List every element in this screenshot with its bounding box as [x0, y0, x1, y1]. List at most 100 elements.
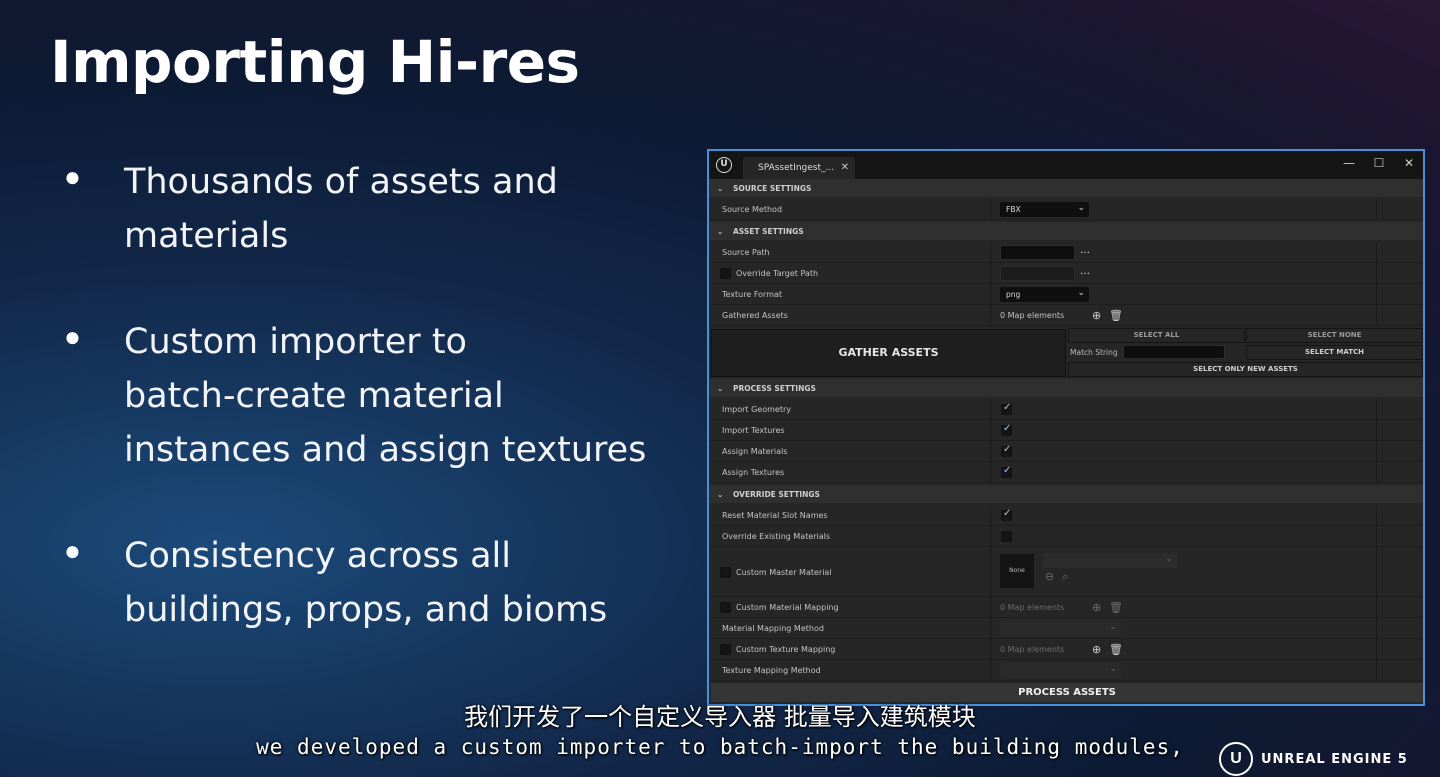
import-textures-label: Import Textures — [722, 426, 785, 435]
section-label: OVERRIDE SETTINGS — [733, 490, 820, 499]
browse-dots-icon[interactable]: … — [1080, 245, 1090, 256]
reset-slot-names-checkbox[interactable] — [1001, 508, 1012, 521]
select-only-new-assets-button[interactable]: SELECT ONLY NEW ASSETS — [1068, 362, 1423, 377]
material-mapping-method-label: Material Mapping Method — [722, 624, 824, 633]
master-material-dropdown[interactable]: ⌄ — [1043, 553, 1177, 568]
source-method-dropdown[interactable]: FBX ⌄ — [1000, 202, 1089, 217]
source-method-value: FBX — [1006, 205, 1021, 214]
row-assign-materials: Assign Materials — [709, 441, 1423, 462]
chevron-down-icon: ⌄ — [717, 490, 724, 499]
section-source-settings[interactable]: ⌄ SOURCE SETTINGS — [709, 179, 1423, 197]
section-override-settings[interactable]: ⌄ OVERRIDE SETTINGS — [709, 485, 1423, 503]
row-material-mapping-method: Material Mapping Method ⌄ — [709, 618, 1423, 639]
row-custom-texture-mapping: Custom Texture Mapping 0 Map elements ⊕ … — [709, 639, 1423, 660]
row-texture-mapping-method: Texture Mapping Method ⌄ — [709, 660, 1423, 681]
trash-icon[interactable]: 🗑 — [1109, 643, 1123, 656]
row-source-path: Source Path … — [709, 242, 1423, 263]
add-element-icon[interactable]: ⊕ — [1092, 643, 1101, 656]
browse-dots-icon[interactable]: … — [1080, 266, 1090, 277]
chevron-down-icon: ⌄ — [717, 227, 724, 236]
row-source-method: Source Method FBX ⌄ — [709, 199, 1423, 220]
trash-icon[interactable]: 🗑 — [1109, 309, 1123, 322]
section-label: PROCESS SETTINGS — [733, 384, 816, 393]
row-import-textures: Import Textures — [709, 420, 1423, 441]
minimize-icon[interactable]: — — [1339, 156, 1359, 170]
tab-spassetingest[interactable]: SPAssetIngest_... ✕ — [743, 157, 855, 179]
bullet-item: ● Thousands of assets and materials — [62, 155, 662, 263]
unreal-logo-icon: U — [716, 157, 732, 173]
custom-master-material-label: Custom Master Material — [736, 568, 832, 577]
section-asset-settings[interactable]: ⌄ ASSET SETTINGS — [709, 222, 1423, 240]
assign-textures-checkbox[interactable] — [1001, 465, 1012, 478]
gathered-assets-label: Gathered Assets — [722, 311, 788, 320]
custom-master-material-checkbox[interactable] — [720, 567, 731, 578]
material-mapping-method-dropdown[interactable]: ⌄ — [1000, 621, 1121, 636]
reset-slot-names-label: Reset Material Slot Names — [722, 511, 828, 520]
asset-ingest-window: U SPAssetIngest_... ✕ — ☐ ✕ ⌄ SOURCE SETT… — [707, 149, 1425, 706]
gather-assets-button[interactable]: GATHER ASSETS — [711, 329, 1066, 377]
add-element-icon[interactable]: ⊕ — [1092, 309, 1101, 322]
subtitle-chinese: 我们开发了一个自定义导入器 批量导入建筑模块 — [464, 703, 976, 731]
source-method-label: Source Method — [722, 205, 783, 214]
trash-icon[interactable]: 🗑 — [1109, 601, 1123, 614]
select-all-button[interactable]: SELECT ALL — [1068, 328, 1245, 343]
match-string-input[interactable] — [1123, 345, 1225, 359]
use-selected-icon[interactable]: ⊖ — [1045, 570, 1054, 583]
chevron-down-icon: ⌄ — [1109, 622, 1117, 632]
texture-mapping-method-label: Texture Mapping Method — [722, 666, 821, 675]
close-window-icon[interactable]: ✕ — [1399, 156, 1419, 170]
import-textures-checkbox[interactable] — [1001, 423, 1012, 436]
section-label: SOURCE SETTINGS — [733, 184, 812, 193]
slide-title: Importing Hi-res — [50, 28, 580, 96]
chevron-down-icon: ⌄ — [1109, 664, 1117, 674]
bullet-line: materials — [124, 216, 289, 256]
texture-format-label: Texture Format — [722, 290, 783, 299]
select-none-button[interactable]: SELECT NONE — [1246, 328, 1423, 343]
row-texture-format: Texture Format png ⌄ — [709, 284, 1423, 305]
match-string-label: Match String — [1070, 348, 1118, 357]
assign-textures-label: Assign Textures — [722, 468, 785, 477]
window-titlebar[interactable]: U SPAssetIngest_... ✕ — ☐ ✕ — [709, 151, 1423, 179]
custom-material-mapping-checkbox[interactable] — [720, 602, 731, 613]
source-path-input[interactable] — [1000, 245, 1075, 260]
custom-texture-mapping-checkbox[interactable] — [720, 644, 731, 655]
assign-materials-checkbox[interactable] — [1001, 444, 1012, 457]
select-match-button[interactable]: SELECT MATCH — [1246, 345, 1423, 360]
row-custom-material-mapping: Custom Material Mapping 0 Map elements ⊕… — [709, 597, 1423, 618]
override-target-path-checkbox[interactable] — [720, 268, 731, 279]
texture-mapping-method-dropdown[interactable]: ⌄ — [1000, 663, 1121, 678]
chevron-down-icon: ⌄ — [717, 384, 724, 393]
import-geometry-checkbox[interactable] — [1001, 402, 1012, 415]
brand-text: UNREAL ENGINE 5 — [1261, 751, 1408, 767]
section-process-settings[interactable]: ⌄ PROCESS SETTINGS — [709, 379, 1423, 397]
search-icon[interactable]: ⌕ — [1062, 570, 1068, 584]
row-custom-master-material: Custom Master Material ⌄ ⊖ ⌕ — [709, 547, 1423, 597]
custom-texture-mapping-label: Custom Texture Mapping — [736, 645, 836, 654]
row-gathered-assets: Gathered Assets 0 Map elements ⊕ 🗑 — [709, 305, 1423, 326]
custom-material-mapping-label: Custom Material Mapping — [736, 603, 839, 612]
override-target-path-input[interactable] — [1000, 266, 1075, 281]
close-tab-icon[interactable]: ✕ — [841, 162, 849, 173]
bullet-line: buildings, props, and bioms — [124, 590, 608, 630]
maximize-icon[interactable]: ☐ — [1369, 156, 1389, 170]
row-reset-slot-names: Reset Material Slot Names — [709, 505, 1423, 526]
add-element-icon[interactable]: ⊕ — [1092, 601, 1101, 614]
chevron-down-icon: ⌄ — [1077, 288, 1085, 298]
chevron-down-icon: ⌄ — [717, 184, 724, 193]
texture-mapping-value: 0 Map elements — [1000, 645, 1065, 654]
bullet-item: ● Custom importer to batch-create materi… — [62, 315, 662, 477]
row-assign-textures: Assign Textures — [709, 462, 1423, 483]
chevron-down-icon: ⌄ — [1077, 203, 1085, 213]
tab-label: SPAssetIngest_... — [758, 163, 835, 173]
bullet-line: Custom importer to — [124, 322, 467, 362]
texture-format-value: png — [1006, 290, 1021, 299]
unreal-logo-icon: U — [1219, 742, 1253, 776]
source-path-label: Source Path — [722, 248, 770, 257]
import-geometry-label: Import Geometry — [722, 405, 791, 414]
material-thumbnail[interactable]: None — [1000, 554, 1034, 588]
override-existing-checkbox[interactable] — [1001, 531, 1012, 542]
bullet-line: batch-create material — [124, 376, 504, 416]
texture-format-dropdown[interactable]: png ⌄ — [1000, 287, 1089, 302]
bullet-dot-icon: ● — [64, 321, 81, 352]
chevron-down-icon: ⌄ — [1165, 554, 1173, 564]
